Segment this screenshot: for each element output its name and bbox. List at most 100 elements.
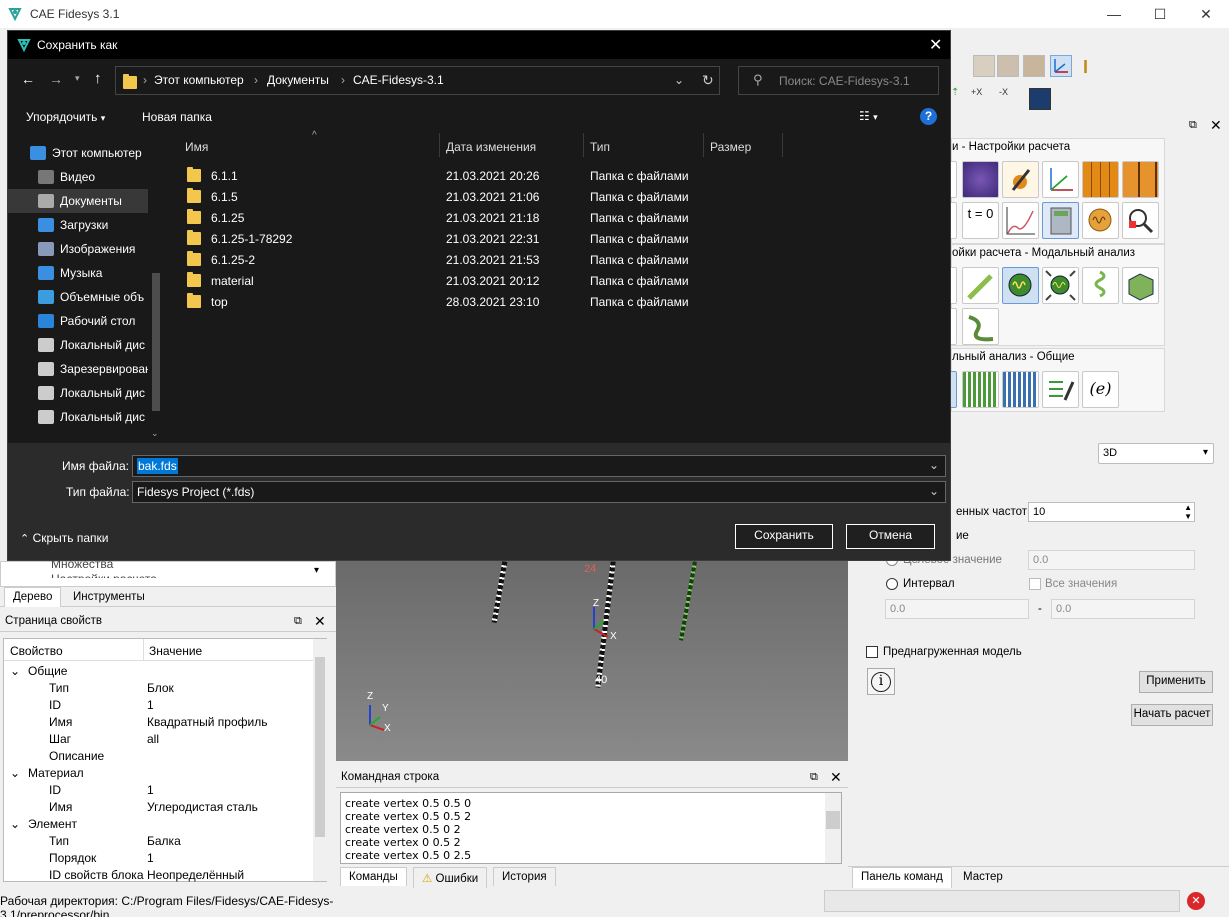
organize-button[interactable]: Упорядочить ▾ bbox=[26, 110, 105, 124]
nav-item[interactable]: Изображения bbox=[8, 237, 148, 261]
recent-chevron-icon[interactable]: ▾ bbox=[75, 73, 80, 84]
start-calc-button[interactable]: Начать расчет bbox=[1131, 704, 1213, 726]
back-arrow-icon[interactable]: ← bbox=[21, 71, 35, 87]
mesh-cube-icon[interactable] bbox=[962, 161, 999, 198]
breadcrumb-item[interactable]: Этот компьютер bbox=[154, 73, 244, 87]
file-row[interactable]: 6.1.25-1-78292 21.03.2021 22:31 Папка с фа… bbox=[165, 228, 950, 249]
axes-settings-icon[interactable] bbox=[1042, 161, 1079, 198]
expand-chevron-icon[interactable]: ⌄ bbox=[10, 817, 28, 831]
tab-commands[interactable]: Команды bbox=[340, 867, 407, 886]
nav-item[interactable]: Видео bbox=[8, 165, 148, 189]
props-row[interactable]: Описание bbox=[4, 747, 313, 764]
chevron-down-icon[interactable]: ⌄ bbox=[929, 458, 939, 472]
spring-icon[interactable] bbox=[1082, 267, 1119, 304]
preloaded-checkbox[interactable] bbox=[866, 646, 878, 658]
time-zero-icon[interactable]: t = 0 bbox=[962, 202, 999, 239]
nav-item[interactable]: Объемные объ bbox=[8, 285, 148, 309]
refresh-icon[interactable]: ↻ bbox=[702, 72, 714, 89]
list-settings-icon[interactable] bbox=[1042, 371, 1079, 408]
nav-item[interactable]: Документы bbox=[8, 189, 148, 213]
tab-history[interactable]: История bbox=[493, 867, 556, 886]
3d-viewport[interactable]: 24 40 Z X Z Y X bbox=[336, 561, 848, 761]
box-view-icon[interactable] bbox=[1029, 88, 1051, 110]
col-type[interactable]: Тип bbox=[590, 140, 610, 154]
close-cmdline-icon[interactable]: ✕ bbox=[830, 769, 842, 786]
grid-icon[interactable] bbox=[1122, 161, 1159, 198]
file-row[interactable]: 6.1.25-2 21.03.2021 21:53 Папка с файлами bbox=[165, 249, 950, 270]
interval-radio[interactable] bbox=[886, 578, 898, 590]
view-box-corner-icon[interactable] bbox=[1023, 55, 1045, 77]
minus-x-view-icon[interactable]: -X bbox=[999, 87, 1021, 109]
props-row[interactable]: Имя Квадратный профиль bbox=[4, 713, 313, 730]
file-row[interactable]: 6.1.5 21.03.2021 21:06 Папка с файлами bbox=[165, 186, 950, 207]
cmdline-scrollbar[interactable] bbox=[825, 793, 841, 863]
props-row[interactable]: ID 1 bbox=[4, 696, 313, 713]
cmdline-output[interactable]: create vertex 0.5 0.5 0 create vertex 0.5… bbox=[340, 792, 842, 864]
props-row[interactable]: ID свойств блока Неопределённый bbox=[4, 866, 313, 883]
nav-item[interactable]: Локальный дис bbox=[8, 381, 148, 405]
axes-icon[interactable] bbox=[1050, 55, 1072, 77]
oscillation-icon[interactable] bbox=[1082, 202, 1119, 239]
save-button[interactable]: Сохранить bbox=[735, 524, 833, 549]
grid-cube-icon[interactable] bbox=[1082, 161, 1119, 198]
tree-item-calc-settings[interactable]: Настройки расчета bbox=[51, 572, 157, 578]
target-value-field[interactable]: 0.0 bbox=[1028, 550, 1195, 570]
tab-errors[interactable]: ⚠ Ошибки bbox=[413, 867, 488, 888]
interval-to-field[interactable]: 0.0 bbox=[1051, 599, 1195, 619]
search-box[interactable]: ⚲ Поиск: CAE-Fidesys-3.1 bbox=[738, 66, 939, 95]
modal-wave-icon[interactable] bbox=[1002, 267, 1039, 304]
file-row[interactable]: material 21.03.2021 20:12 Папка с файлами bbox=[165, 270, 950, 291]
info-button[interactable]: i bbox=[867, 668, 895, 695]
text-cursor-icon[interactable]: I bbox=[1083, 57, 1097, 77]
props-row[interactable]: ID 1 bbox=[4, 781, 313, 798]
dimension-select[interactable]: 3D ▾ bbox=[1098, 443, 1214, 464]
modal-arrows-icon[interactable] bbox=[1042, 267, 1079, 304]
props-row[interactable]: Шаг all bbox=[4, 730, 313, 747]
props-row[interactable]: Тип Балка bbox=[4, 832, 313, 849]
col-name[interactable]: Имя bbox=[185, 140, 208, 154]
close-dialog-button[interactable]: ✕ bbox=[929, 35, 942, 55]
props-row[interactable]: Тип Блок bbox=[4, 679, 313, 696]
deformed-beam-icon[interactable] bbox=[962, 308, 999, 345]
scroll-down-icon[interactable]: ▾ bbox=[314, 565, 319, 576]
props-group[interactable]: ⌄ Элемент bbox=[4, 815, 313, 832]
address-bar[interactable]: › Этот компьютер › Документы › CAE-Fides… bbox=[115, 66, 720, 95]
beam-icon[interactable] bbox=[962, 267, 999, 304]
freq-count-spinbox[interactable]: 10 ▲ ▼ bbox=[1028, 502, 1195, 522]
apply-button[interactable]: Применить bbox=[1139, 671, 1213, 693]
spin-arrows-icon[interactable]: ▲ ▼ bbox=[1184, 503, 1192, 521]
close-window-button[interactable]: ✕ bbox=[1183, 0, 1229, 28]
nav-item[interactable]: Рабочий стол bbox=[8, 309, 148, 333]
view-options-icon[interactable]: ☷ ▾ bbox=[859, 109, 878, 123]
filetype-select[interactable]: Fidesys Project (*.fds) ⌄ bbox=[132, 481, 946, 503]
file-row[interactable]: 6.1.1 21.03.2021 20:26 Папка с файлами bbox=[165, 165, 950, 186]
props-row[interactable]: Имя Углеродистая сталь bbox=[4, 798, 313, 815]
curve-icon[interactable] bbox=[1002, 202, 1039, 239]
props-group[interactable]: ⌄ Материал bbox=[4, 764, 313, 781]
view-box-cross-icon[interactable] bbox=[997, 55, 1019, 77]
col-date[interactable]: Дата изменения bbox=[446, 140, 536, 154]
hide-folders-button[interactable]: ⌃ Скрыть папки bbox=[20, 531, 108, 545]
props-scrollbar[interactable] bbox=[313, 639, 327, 881]
help-icon[interactable]: ? bbox=[920, 108, 937, 125]
float-props-icon[interactable]: ⧉ bbox=[294, 615, 302, 628]
col-size[interactable]: Размер bbox=[710, 140, 751, 154]
breadcrumb-item[interactable]: Документы bbox=[267, 73, 329, 87]
zoom-check-icon[interactable] bbox=[1122, 202, 1159, 239]
tab-command-panel[interactable]: Панель команд bbox=[852, 867, 952, 888]
calculator-icon[interactable] bbox=[1042, 202, 1079, 239]
file-row[interactable]: top 28.03.2021 23:10 Папка с файлами bbox=[165, 291, 950, 312]
float-cmdline-icon[interactable]: ⧉ bbox=[810, 771, 818, 784]
float-dock-icon[interactable]: ⧉ bbox=[1189, 119, 1197, 132]
nav-item[interactable]: Зарезервирован bbox=[8, 357, 148, 381]
cancel-button[interactable]: Отмена bbox=[846, 524, 935, 549]
green-grid-icon[interactable] bbox=[962, 371, 999, 408]
props-row[interactable]: Порядок 1 bbox=[4, 849, 313, 866]
expand-chevron-icon[interactable]: ⌄ bbox=[10, 766, 28, 780]
expand-chevron-icon[interactable]: ⌄ bbox=[10, 664, 28, 678]
plus-x-view-icon[interactable]: +X bbox=[971, 87, 993, 109]
nav-item[interactable]: Локальный дис bbox=[8, 405, 148, 429]
view-box-icon[interactable] bbox=[973, 55, 995, 77]
address-dropdown-icon[interactable]: ⌄ bbox=[674, 73, 684, 87]
nav-item[interactable]: Локальный дис bbox=[8, 333, 148, 357]
